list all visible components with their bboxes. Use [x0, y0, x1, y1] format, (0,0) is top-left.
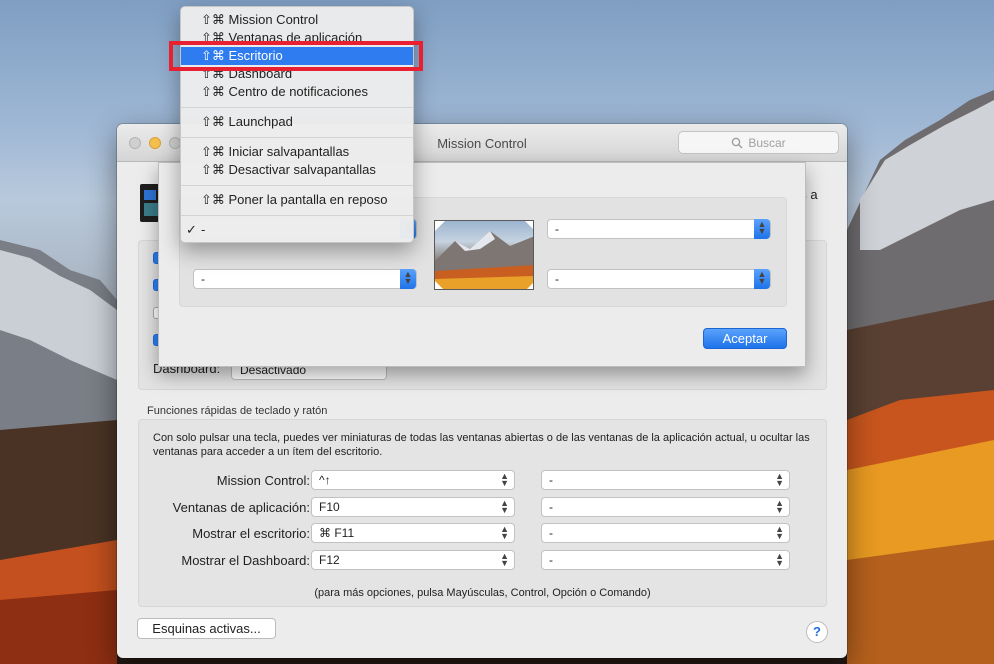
menu-item-notification-center[interactable]: ⇧⌘ Centro de notificaciones: [181, 83, 413, 101]
select-value: -: [549, 500, 553, 514]
row-label-app-windows: Ventanas de aplicación:: [172, 500, 310, 515]
select-value: -: [549, 553, 553, 567]
select-value: ⌘ F11: [319, 526, 355, 540]
bottom-left-corner-select[interactable]: - ▲ ▼: [193, 269, 417, 289]
mission-control-key-select[interactable]: ^↑ ▲ ▼: [311, 470, 515, 490]
menu-item-launchpad[interactable]: ⇧⌘ Launchpad: [181, 113, 413, 131]
bottom-right-corner-select[interactable]: - ▲ ▼: [547, 269, 771, 289]
search-field[interactable]: Buscar: [678, 131, 839, 154]
up-down-arrows-icon: ▲▼: [754, 219, 770, 239]
help-button[interactable]: ?: [806, 621, 828, 643]
menu-item-app-windows[interactable]: ⇧⌘ Ventanas de aplicación: [181, 29, 413, 47]
shortcuts-description: Con solo pulsar una tecla, puedes ver mi…: [153, 432, 810, 458]
select-value: ^↑: [319, 473, 331, 487]
menu-item-none[interactable]: ✓ -: [181, 221, 413, 239]
up-down-arrows-icon: ▲▼: [500, 471, 509, 488]
menu-item-start-screensaver[interactable]: ⇧⌘ Iniciar salvapantallas: [181, 143, 413, 161]
row-label-mission-control: Mission Control:: [216, 473, 310, 488]
select-value: F10: [319, 500, 340, 514]
menu-item-disable-screensaver[interactable]: ⇧⌘ Desactivar salvapantallas: [181, 161, 413, 179]
accept-button[interactable]: Aceptar: [703, 328, 787, 349]
menu-item-dashboard[interactable]: ⇧⌘ Dashboard: [181, 65, 413, 83]
menu-separator: [181, 215, 413, 216]
corner-action-menu: ⇧⌘ Mission Control ⇧⌘ Ventanas de aplica…: [180, 6, 414, 243]
shortcuts-panel: Con solo pulsar una tecla, puedes ver mi…: [138, 419, 827, 607]
app-windows-mouse-select[interactable]: - ▲ ▼: [541, 497, 790, 517]
select-value: -: [201, 272, 205, 286]
menu-separator: [181, 107, 413, 108]
checkmark-icon: ✓: [186, 222, 197, 237]
mission-control-mouse-select[interactable]: - ▲ ▼: [541, 470, 790, 490]
up-down-arrows-icon: ▲▼: [775, 551, 784, 568]
desktop-preview-thumbnail: [434, 220, 534, 290]
up-down-arrows-icon: ▲▼: [775, 471, 784, 488]
modifier-keys-note: (para más opciones, pulsa Mayúsculas, Co…: [314, 587, 651, 599]
up-down-arrows-icon: ▲▼: [500, 551, 509, 568]
select-value: -: [549, 473, 553, 487]
show-desktop-key-select[interactable]: ⌘ F11 ▲ ▼: [311, 523, 515, 543]
menu-separator: [181, 137, 413, 138]
up-down-arrows-icon: ▲▼: [400, 269, 416, 289]
hot-corners-button[interactable]: Esquinas activas...: [137, 618, 276, 639]
menu-item-label: -: [201, 222, 206, 237]
mountain-thumbnail-image: [435, 221, 533, 289]
select-value: -: [549, 526, 553, 540]
up-down-arrows-icon: ▲▼: [500, 498, 509, 515]
up-down-arrows-icon: ▲▼: [754, 269, 770, 289]
top-right-corner-select[interactable]: - ▲ ▼: [547, 219, 771, 239]
search-placeholder: Buscar: [748, 135, 786, 150]
menu-item-desktop[interactable]: ⇧⌘ Escritorio: [181, 47, 413, 65]
show-dashboard-mouse-select[interactable]: - ▲ ▼: [541, 550, 790, 570]
magnifier-icon: [732, 137, 743, 148]
row-label-show-dashboard: Mostrar el Dashboard:: [181, 553, 310, 568]
shortcuts-section-title: Funciones rápidas de teclado y ratón: [147, 405, 328, 417]
select-value: -: [555, 272, 559, 286]
menu-item-put-display-to-sleep[interactable]: ⇧⌘ Poner la pantalla en reposo: [181, 191, 413, 209]
row-label-show-desktop: Mostrar el escritorio:: [192, 526, 310, 541]
show-desktop-mouse-select[interactable]: - ▲ ▼: [541, 523, 790, 543]
up-down-arrows-icon: ▲▼: [775, 498, 784, 515]
select-value: -: [555, 222, 559, 236]
menu-separator: [181, 185, 413, 186]
select-value: F12: [319, 553, 340, 567]
app-windows-key-select[interactable]: F10 ▲ ▼: [311, 497, 515, 517]
menu-item-mission-control[interactable]: ⇧⌘ Mission Control: [181, 11, 413, 29]
show-dashboard-key-select[interactable]: F12 ▲ ▼: [311, 550, 515, 570]
up-down-arrows-icon: ▲▼: [775, 524, 784, 541]
up-down-arrows-icon: ▲▼: [500, 524, 509, 541]
